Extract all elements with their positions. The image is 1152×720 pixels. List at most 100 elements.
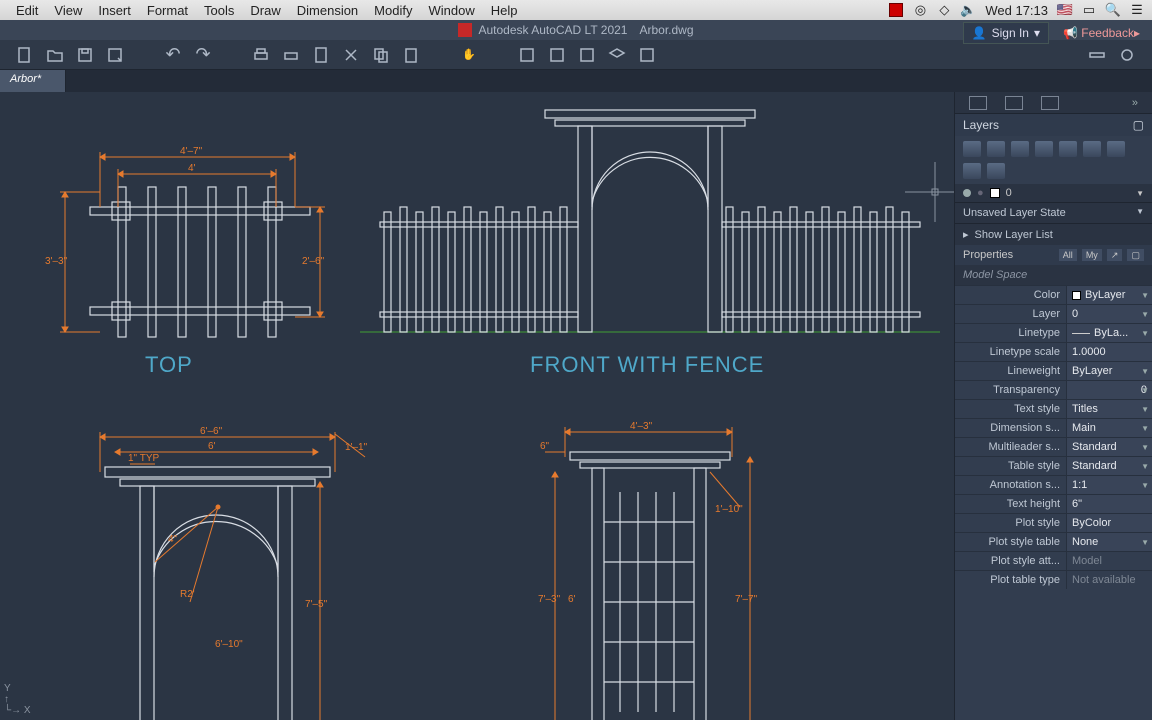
svg-text:6': 6' [568, 594, 576, 605]
layer-visible-icon[interactable] [963, 189, 971, 197]
pan-icon[interactable]: ✋ [458, 44, 480, 66]
menu-dimension[interactable]: Dimension [289, 3, 366, 18]
tray-user-icon[interactable]: ▭ [1082, 3, 1096, 17]
props-filter-all[interactable]: All [1059, 249, 1077, 261]
sign-in-button[interactable]: 👤 Sign In ▾ [963, 22, 1049, 44]
properties-panel-title: Properties [963, 249, 1013, 261]
menubar-clock[interactable]: Wed 17:13 [985, 3, 1048, 18]
undo-button[interactable] [162, 44, 184, 66]
chevron-right-icon: ▸ [963, 228, 969, 241]
layer-tool-icon[interactable] [1059, 141, 1077, 157]
prop-plot-table[interactable]: None▼ [1066, 533, 1152, 551]
side-panel: » Layers ▢ ● 0 ▼ Unsaved Layer State▼ [954, 92, 1152, 720]
measure-icon[interactable] [1086, 44, 1108, 66]
layer-state-selector[interactable]: Unsaved Layer State▼ [955, 202, 1152, 223]
tray-volume-icon[interactable]: 🔈 [961, 3, 975, 17]
svg-text:1'–1": 1'–1" [345, 442, 368, 453]
svg-text:4'–7": 4'–7" [180, 146, 203, 157]
prop-anno-scale[interactable]: 1:1▼ [1066, 476, 1152, 494]
prop-layer[interactable]: 0▼ [1066, 305, 1152, 323]
tray-stop-icon[interactable] [889, 3, 903, 17]
svg-text:1'–10": 1'–10" [715, 504, 743, 515]
document-tabs: Arbor* [0, 70, 1152, 92]
plot-icon[interactable] [280, 44, 302, 66]
redo-button[interactable] [192, 44, 214, 66]
tray-search-icon[interactable]: 🔍 [1106, 3, 1120, 17]
svg-text:6": 6" [540, 441, 550, 452]
view-label-top: TOP [145, 352, 193, 378]
prop-text-height[interactable]: 6" [1066, 495, 1152, 513]
properties-icon[interactable] [636, 44, 658, 66]
page-setup-icon[interactable] [310, 44, 332, 66]
document-tab-active[interactable]: Arbor* [0, 70, 66, 92]
current-layer-selector[interactable]: ● 0 ▼ [955, 184, 1152, 202]
prop-mleader-style[interactable]: Standard▼ [1066, 438, 1152, 456]
prop-label: Dimension s... [955, 419, 1066, 437]
prop-table-style[interactable]: Standard▼ [1066, 457, 1152, 475]
xref-icon[interactable] [516, 44, 538, 66]
prop-transparency[interactable]: 0▼ [1066, 381, 1152, 399]
settings-icon[interactable] [1116, 44, 1138, 66]
show-layer-list[interactable]: ▸ Show Layer List [955, 223, 1152, 245]
menu-edit[interactable]: Edit [8, 3, 46, 18]
prop-color[interactable]: ByLayer▼ [1066, 286, 1152, 304]
tray-control-center-icon[interactable]: ☰ [1130, 3, 1144, 17]
layer-tool-icon[interactable] [987, 163, 1005, 179]
menu-format[interactable]: Format [139, 3, 196, 18]
layer-tool-icon[interactable] [1107, 141, 1125, 157]
ucs-icon: Y↑└→ X [4, 683, 31, 716]
prop-text-style[interactable]: Titles▼ [1066, 400, 1152, 418]
menu-window[interactable]: Window [420, 3, 482, 18]
prop-linetype[interactable]: ByLa...▼ [1066, 324, 1152, 342]
panel-expand-icon[interactable]: » [1132, 97, 1138, 109]
layer-tool-icon[interactable] [987, 141, 1005, 157]
layer-tool-icon[interactable] [1035, 141, 1053, 157]
prop-label: Transparency [955, 381, 1066, 399]
feedback-link[interactable]: 📢 Feedback▸ [1063, 26, 1140, 40]
menu-draw[interactable]: Draw [242, 3, 288, 18]
prop-lineweight[interactable]: ByLayer▼ [1066, 362, 1152, 380]
menu-help[interactable]: Help [483, 3, 526, 18]
drawing-canvas[interactable]: 4'–7" 4' 3'–3" 2'–6" TOP [0, 92, 954, 720]
tray-flag-icon[interactable]: 🇺🇸 [1058, 3, 1072, 17]
open-file-icon[interactable] [44, 44, 66, 66]
hatch-icon[interactable] [576, 44, 598, 66]
view-label-front-fence: FRONT WITH FENCE [530, 352, 764, 378]
props-settings-icon[interactable]: ▢ [1127, 249, 1144, 261]
tray-wifi-icon[interactable]: ◇ [937, 3, 951, 17]
panel-tab-2[interactable] [1005, 96, 1023, 110]
panel-tab-3[interactable] [1041, 96, 1059, 110]
layer-color-swatch [990, 188, 1000, 198]
prop-linetype-scale[interactable]: 1.0000 [1066, 343, 1152, 361]
save-as-icon[interactable] [104, 44, 126, 66]
props-pick-icon[interactable]: ↗ [1107, 249, 1123, 261]
menu-insert[interactable]: Insert [90, 3, 139, 18]
menu-tools[interactable]: Tools [196, 3, 242, 18]
block-icon[interactable] [546, 44, 568, 66]
prop-label: Text height [955, 495, 1066, 513]
props-filter-my[interactable]: My [1082, 249, 1102, 261]
layer-tool-icon[interactable] [1083, 141, 1101, 157]
cut-icon[interactable] [340, 44, 362, 66]
sign-in-label: Sign In [992, 26, 1029, 40]
layer-tool-icon[interactable] [963, 141, 981, 157]
props-context[interactable]: Model Space [955, 265, 1152, 285]
chevron-down-icon: ▾ [1034, 26, 1040, 40]
copy-icon[interactable] [370, 44, 392, 66]
save-icon[interactable] [74, 44, 96, 66]
print-icon[interactable] [250, 44, 272, 66]
prop-label: Linetype [955, 324, 1066, 342]
menu-modify[interactable]: Modify [366, 3, 420, 18]
layer-tool-icon[interactable] [1011, 141, 1029, 157]
prop-plot-style[interactable]: ByColor [1066, 514, 1152, 532]
layer-icon[interactable] [606, 44, 628, 66]
prop-dim-style[interactable]: Main▼ [1066, 419, 1152, 437]
menu-view[interactable]: View [46, 3, 90, 18]
paste-icon[interactable] [400, 44, 422, 66]
panel-tab-1[interactable] [969, 96, 987, 110]
layers-settings-icon[interactable]: ▢ [1133, 118, 1144, 132]
layer-tool-icon[interactable] [963, 163, 981, 179]
tray-sync-icon[interactable]: ◎ [913, 3, 927, 17]
new-file-icon[interactable] [14, 44, 36, 66]
prop-label: Plot style att... [955, 552, 1066, 570]
